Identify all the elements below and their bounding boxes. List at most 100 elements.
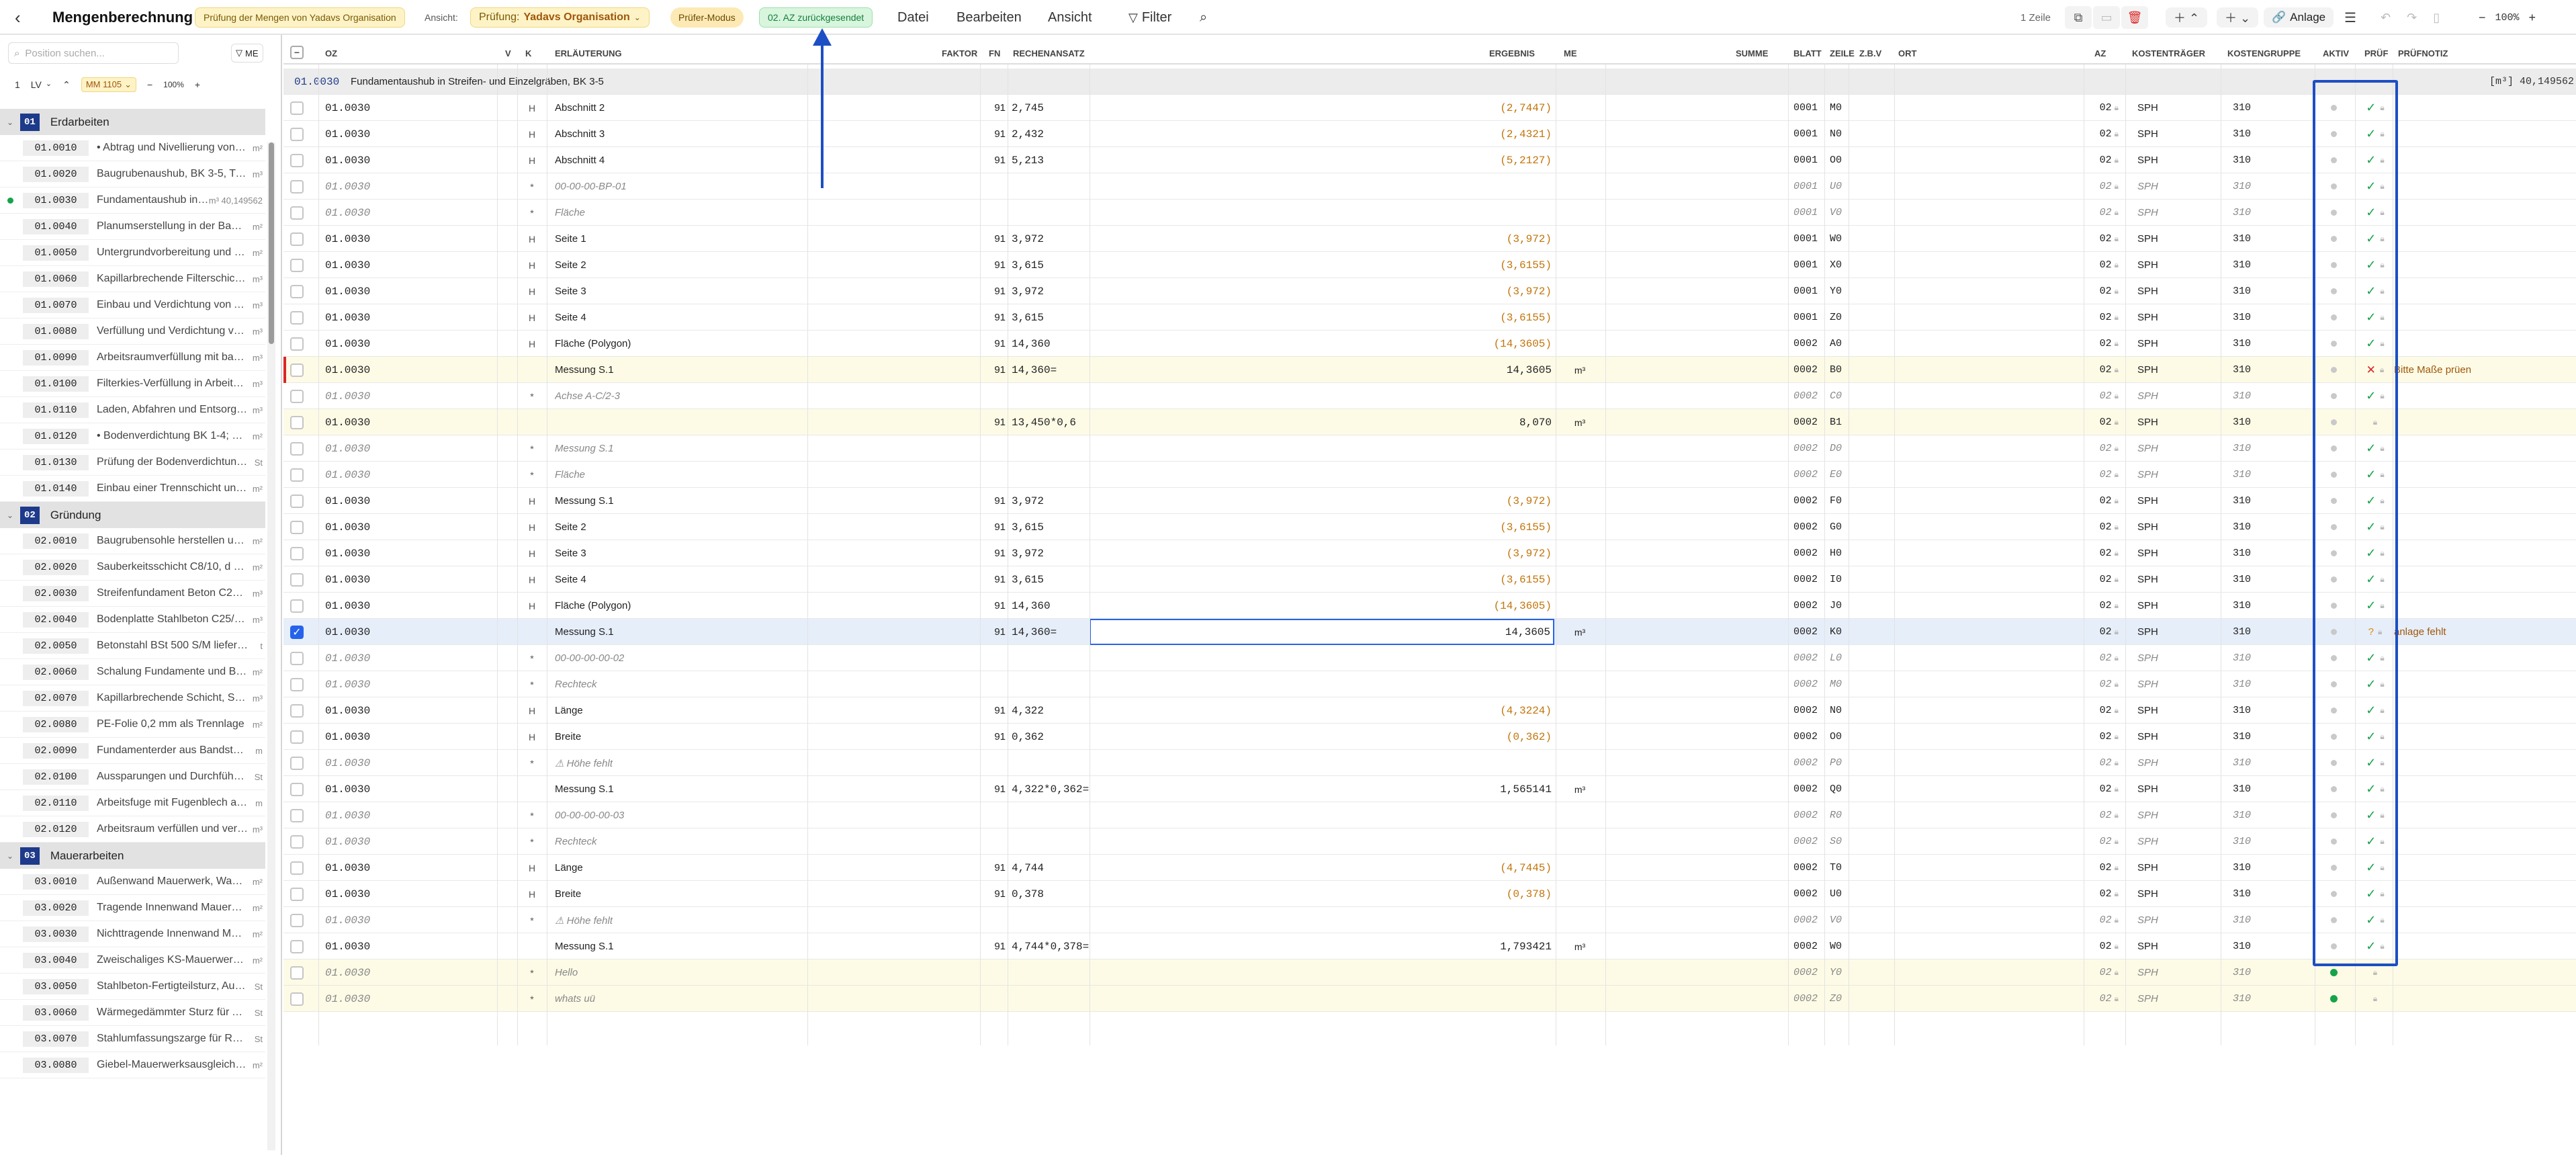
sidebar-item[interactable]: 01.0100 Filterkies-Verfüllung in Arbeitsr… xyxy=(0,371,265,397)
table-row[interactable]: 01.0030 * 00-00-00-BP-01 0001 U0 02 🔒︎ SP… xyxy=(283,173,2576,200)
collapse-up-icon[interactable]: ⌃ xyxy=(62,79,71,91)
table-row[interactable]: 01.0030 * Rechteck 0002 M0 02 🔒︎ SPH 310 … xyxy=(283,671,2576,697)
select-all-checkbox[interactable]: − xyxy=(290,46,304,59)
erlaeuterung-cell[interactable]: 00-00-00-00-03 xyxy=(555,810,624,821)
sidebar-item[interactable]: 03.0060 Wärmegedämmter Sturz für Auße... S… xyxy=(0,1000,265,1026)
table-row[interactable]: 01.0030 H Seite 3 91 3,972 (3,972) 0002 … xyxy=(283,540,2576,566)
erlaeuterung-cell[interactable]: Rechteck xyxy=(555,836,597,847)
column-header[interactable]: ZEILE xyxy=(1830,48,1855,58)
sidebar-item[interactable]: 02.0120 Arbeitsraum verfüllen und verdic.… xyxy=(0,816,265,843)
table-row[interactable]: 01.0030 * Fläche 0002 E0 02 🔒︎ SPH 310 ✓ 🔒… xyxy=(283,462,2576,488)
rechenansatz-cell[interactable]: 13,450*0,6 xyxy=(1012,417,1076,429)
sidebar-item[interactable]: 02.0070 Kapillarbrechende Schicht, Schot.… xyxy=(0,685,265,712)
row-checkbox[interactable] xyxy=(290,200,304,226)
anlage-button[interactable]: 🔗 Anlage xyxy=(2264,7,2334,28)
row-checkbox[interactable] xyxy=(290,802,304,828)
rechenansatz-cell[interactable]: 14,360= xyxy=(1012,364,1057,376)
rechenansatz-cell[interactable]: 4,322 xyxy=(1012,705,1044,717)
rechenansatz-cell[interactable]: 3,972 xyxy=(1012,548,1044,560)
zoom-out-button[interactable]: − xyxy=(2479,11,2486,25)
erlaeuterung-cell[interactable]: Messung S.1 xyxy=(555,495,614,507)
back-button[interactable]: ‹ xyxy=(15,0,21,35)
table-row[interactable]: 01.0030 * 00-00-00-00-03 0002 R0 02 🔒︎ SP… xyxy=(283,802,2576,828)
rechenansatz-cell[interactable]: 3,972 xyxy=(1012,286,1044,298)
table-row[interactable]: 01.0030 Messung S.1 91 4,322*0,362= 1,56… xyxy=(283,776,2576,802)
row-checkbox[interactable] xyxy=(290,514,304,540)
undo-icon[interactable]: ↶ xyxy=(2381,11,2391,25)
row-checkbox[interactable] xyxy=(290,593,304,619)
row-checkbox[interactable] xyxy=(290,776,304,802)
row-checkbox[interactable] xyxy=(290,566,304,593)
table-row[interactable]: 01.0030 * Achse A-C/2-3 0002 C0 02 🔒︎ SPH… xyxy=(283,383,2576,409)
row-checkbox[interactable] xyxy=(290,697,304,724)
clipboard-icon[interactable]: ▯ xyxy=(2433,11,2440,25)
sidebar-item[interactable]: 02.0100 Aussparungen und Durchführung... S… xyxy=(0,764,265,790)
table-row[interactable]: 01.0030 * whats uü 0002 Z0 02 🔒︎ SPH 310 … xyxy=(283,986,2576,1012)
sidebar-item[interactable]: 01.0070 Einbau und Verdichtung von Auf...… xyxy=(0,292,265,318)
sidebar-group[interactable]: ⌄ 03 Mauerarbeiten xyxy=(0,843,265,869)
erlaeuterung-cell[interactable]: Messung S.1 xyxy=(555,364,614,376)
table-row[interactable]: 01.0030 * 00-00-00-00-02 0002 L0 02 🔒︎ SP… xyxy=(283,645,2576,671)
rechenansatz-cell[interactable]: 4,744*0,378= xyxy=(1012,941,1089,953)
table-row[interactable]: ✓ 01.0030 Messung S.1 91 14,360= 14,3605… xyxy=(283,619,2576,645)
rechenansatz-cell[interactable]: 4,322*0,362= xyxy=(1012,783,1089,796)
menu-ansicht[interactable]: Ansicht xyxy=(1048,10,1092,26)
rechenansatz-cell[interactable]: 4,744 xyxy=(1012,862,1044,874)
rechenansatz-cell[interactable]: 2,432 xyxy=(1012,128,1044,140)
sidebar-item[interactable]: 01.0080 Verfüllung und Verdichtung von ..… xyxy=(0,318,265,345)
sidebar-item[interactable]: 03.0050 Stahlbeton-Fertigteilsturz, Aufla… xyxy=(0,974,265,1000)
sidebar-scrollbar[interactable] xyxy=(267,142,275,1150)
column-header[interactable]: ORT xyxy=(1898,48,1916,58)
table-row[interactable]: 01.0030 H Seite 4 91 3,615 (3,6155) 0002… xyxy=(283,566,2576,593)
erlaeuterung-cell[interactable]: Messung S.1 xyxy=(555,626,614,638)
sidebar-item[interactable]: 01.0090 Arbeitsraumverfüllung mit bause..… xyxy=(0,345,265,371)
table-row[interactable]: 01.0030 * ⚠ Höhe fehlt 0002 V0 02 🔒︎ SPH … xyxy=(283,907,2576,933)
erlaeuterung-cell[interactable]: Abschnitt 2 xyxy=(555,102,605,114)
row-checkbox[interactable] xyxy=(290,724,304,750)
sidebar-item[interactable]: 03.0070 Stahlumfassungszarge für Rohba...… xyxy=(0,1026,265,1052)
erlaeuterung-cell[interactable]: Fläche xyxy=(555,207,585,218)
table-row[interactable]: 01.0030 H Abschnitt 4 91 5,213 (5,2127) … xyxy=(283,147,2576,173)
rechenansatz-cell[interactable]: 3,972 xyxy=(1012,233,1044,245)
erlaeuterung-cell[interactable]: Achse A-C/2-3 xyxy=(555,390,620,402)
pruef-status[interactable]: 🔒︎ xyxy=(2359,986,2391,1012)
filter-button[interactable]: ▽ Filter xyxy=(1128,0,1171,35)
delete-button[interactable]: 🗑 xyxy=(2121,6,2148,29)
paste-button[interactable]: ▭ xyxy=(2093,6,2120,29)
table-row[interactable]: 01.0030 * Rechteck 0002 S0 02 🔒︎ SPH 310 … xyxy=(283,828,2576,855)
table-row[interactable]: 01.0030 * Messung S.1 0002 D0 02 🔒︎ SPH 3… xyxy=(283,435,2576,462)
row-checkbox[interactable] xyxy=(290,540,304,566)
table-row[interactable]: 01.0030 H Länge 91 4,322 (4,3224) 0002 N… xyxy=(283,697,2576,724)
row-checkbox[interactable] xyxy=(290,357,304,383)
erlaeuterung-cell[interactable]: Breite xyxy=(555,888,581,900)
erlaeuterung-cell[interactable]: Abschnitt 4 xyxy=(555,155,605,166)
rechenansatz-cell[interactable]: 3,615 xyxy=(1012,259,1044,271)
redo-icon[interactable]: ↷ xyxy=(2407,11,2417,25)
table-row[interactable]: 01.0030 * Fläche 0001 V0 02 🔒︎ SPH 310 ✓ 🔒… xyxy=(283,200,2576,226)
erlaeuterung-cell[interactable]: Länge xyxy=(555,862,583,873)
sidebar-group[interactable]: ⌄ 01 Erdarbeiten xyxy=(0,109,265,135)
table-row[interactable]: 01.0030 H Seite 1 91 3,972 (3,972) 0001 … xyxy=(283,226,2576,252)
row-checkbox[interactable] xyxy=(290,383,304,409)
sidebar-item[interactable]: 01.0030 Fundamentaushub in ... m³ 40,14956… xyxy=(0,187,265,214)
row-checkbox[interactable] xyxy=(290,645,304,671)
menu-button[interactable]: ☰ xyxy=(2344,0,2356,35)
row-checkbox[interactable] xyxy=(290,828,304,855)
erlaeuterung-cell[interactable]: Fläche (Polygon) xyxy=(555,600,631,611)
row-checkbox[interactable] xyxy=(290,226,304,252)
rechenansatz-cell[interactable]: 14,360= xyxy=(1012,626,1057,638)
sidebar-item[interactable]: 03.0080 Giebel-Mauerwerksausgleich mit ..… xyxy=(0,1052,265,1078)
zoom-in-button[interactable]: + xyxy=(2529,11,2536,25)
sidebar-item[interactable]: 01.0120 • Bodenverdichtung BK 1-4; Verk..… xyxy=(0,423,265,450)
column-header[interactable]: ERGEBNIS xyxy=(1489,48,1535,58)
sidebar-item[interactable]: 03.0030 Nichttragende Innenwand Maue... m² xyxy=(0,921,265,947)
row-checkbox[interactable] xyxy=(290,304,304,331)
column-header[interactable]: BLATT xyxy=(1793,48,1822,58)
erlaeuterung-cell[interactable]: Messung S.1 xyxy=(555,443,614,454)
rechenansatz-cell[interactable]: 14,360 xyxy=(1012,600,1051,612)
erlaeuterung-cell[interactable]: Seite 1 xyxy=(555,233,586,245)
table-row[interactable]: 01.0030 H Seite 2 91 3,615 (3,6155) 0001… xyxy=(283,252,2576,278)
erlaeuterung-cell[interactable]: Seite 2 xyxy=(555,521,586,533)
row-checkbox[interactable] xyxy=(290,462,304,488)
row-checkbox[interactable] xyxy=(290,750,304,776)
